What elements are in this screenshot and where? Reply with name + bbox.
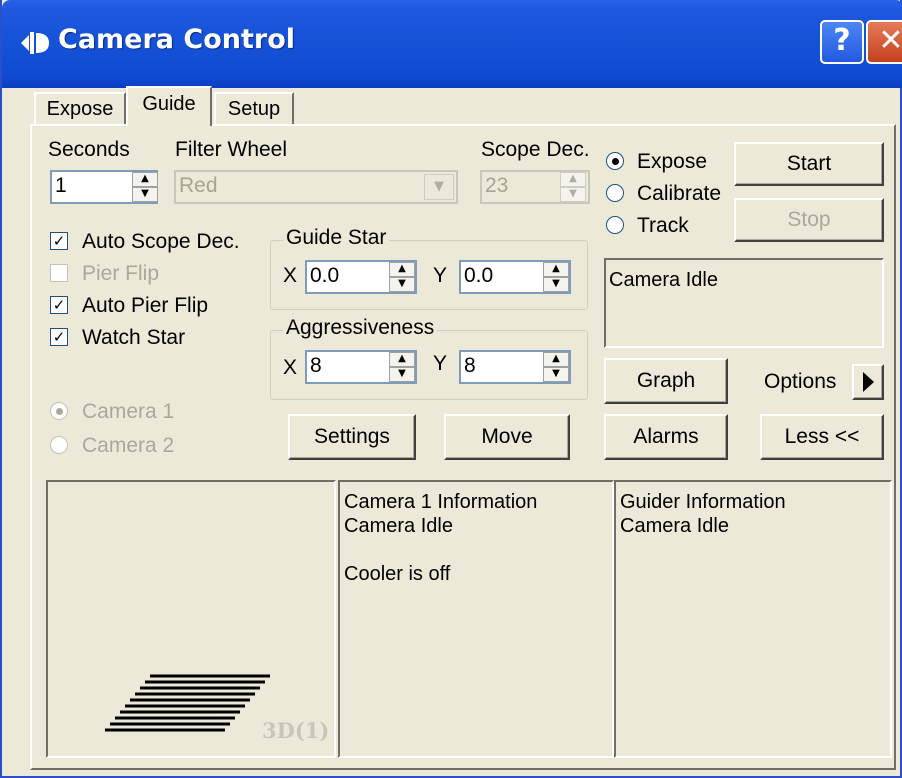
calibrate-radio-label: Calibrate: [637, 182, 722, 205]
aggressiveness-title: Aggressiveness: [283, 316, 438, 340]
help-button[interactable]: ?: [820, 20, 864, 64]
move-button[interactable]: Move: [444, 414, 570, 460]
status-text: Camera Idle: [609, 269, 718, 291]
guider-info-status: Camera Idle: [620, 515, 729, 537]
camera-control-window: Camera Control ? ✕ Expose Guide Setup Se…: [0, 0, 902, 778]
seconds-spinner[interactable]: ▲ ▼: [132, 172, 158, 202]
less-button[interactable]: Less <<: [760, 414, 884, 460]
watch-star-checkbox[interactable]: ✓: [50, 328, 68, 346]
stop-button[interactable]: Stop: [734, 198, 884, 242]
camera-2-radio[interactable]: [50, 436, 68, 454]
auto-scope-dec-label: Auto Scope Dec.: [82, 230, 240, 253]
filter-wheel-select[interactable]: Red: [174, 170, 458, 204]
expose-radio-label: Expose: [637, 150, 708, 173]
status-box: Camera Idle: [604, 258, 884, 348]
tab-guide[interactable]: Guide: [126, 86, 212, 126]
scope-dec-label: Scope Dec.: [481, 138, 590, 161]
guide-star-y-spinner[interactable]: ▲ ▼: [543, 262, 569, 292]
alarms-button[interactable]: Alarms: [604, 414, 728, 460]
guide-star-y-label: Y: [433, 264, 448, 287]
aggressiveness-x-label: X: [283, 356, 298, 379]
calibrate-radio[interactable]: [606, 184, 624, 202]
guider-info-pane: Guider Information Camera Idle: [614, 480, 892, 758]
track-radio-label: Track: [637, 214, 689, 237]
filter-wheel-label: Filter Wheel: [175, 138, 288, 161]
guide-star-x-label: X: [283, 264, 298, 287]
camera-1-radio[interactable]: [50, 402, 68, 420]
options-button[interactable]: [852, 364, 884, 400]
guider-info-title: Guider Information: [620, 491, 786, 513]
aggressiveness-x-spinner[interactable]: ▲ ▼: [389, 352, 415, 382]
pier-flip-label: Pier Flip: [82, 262, 160, 285]
guide-star-title: Guide Star: [283, 226, 390, 250]
auto-pier-flip-label: Auto Pier Flip: [82, 294, 209, 317]
close-button[interactable]: ✕: [866, 20, 902, 64]
aggressiveness-y-spinner[interactable]: ▲ ▼: [543, 352, 569, 382]
app-icon: [21, 32, 49, 54]
settings-button[interactable]: Settings: [288, 414, 416, 460]
aggressiveness-y-label: Y: [433, 352, 448, 375]
camera-info-status: Camera Idle: [344, 515, 453, 537]
options-label: Options: [764, 370, 837, 393]
title-bar[interactable]: Camera Control ? ✕: [2, 0, 902, 88]
auto-scope-dec-checkbox[interactable]: ✓: [50, 232, 68, 250]
start-button[interactable]: Start: [734, 142, 884, 186]
camera-info-pane: Camera 1 Information Camera Idle Cooler …: [338, 480, 614, 758]
tab-setup[interactable]: Setup: [214, 92, 294, 124]
chevron-down-icon[interactable]: ▼: [424, 174, 454, 200]
graph-button[interactable]: Graph: [604, 358, 728, 404]
auto-pier-flip-checkbox[interactable]: ✓: [50, 296, 68, 314]
preview-badge: 3D(1): [262, 718, 330, 743]
scope-dec-spinner[interactable]: ▲ ▼: [560, 172, 586, 202]
pier-flip-checkbox[interactable]: [50, 264, 68, 282]
camera-info-cooler: Cooler is off: [344, 563, 451, 585]
watch-star-label: Watch Star: [82, 326, 186, 349]
track-radio[interactable]: [606, 216, 624, 234]
guide-star-x-spinner[interactable]: ▲ ▼: [389, 262, 415, 292]
camera-2-label: Camera 2: [82, 434, 175, 457]
window-title: Camera Control: [58, 24, 296, 55]
camera-info-title: Camera 1 Information: [344, 491, 538, 513]
expose-radio[interactable]: [606, 152, 624, 170]
seconds-label: Seconds: [48, 138, 130, 161]
triangle-right-icon: [863, 372, 874, 392]
camera-1-label: Camera 1: [82, 400, 175, 423]
stacked-lines-icon: [105, 674, 270, 732]
tab-expose[interactable]: Expose: [34, 92, 126, 124]
image-preview-pane[interactable]: 3D(1): [46, 480, 336, 758]
